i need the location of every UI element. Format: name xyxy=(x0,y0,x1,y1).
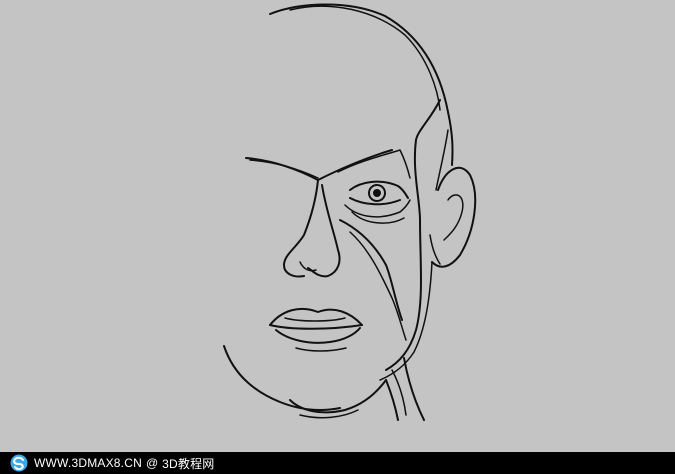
brow-right xyxy=(337,149,411,179)
jaw-side-2 xyxy=(379,261,433,381)
lower-lip xyxy=(275,327,361,344)
neck-left xyxy=(385,379,399,421)
nose-bridge xyxy=(283,179,319,278)
ear-outline xyxy=(431,166,477,268)
teeth-line xyxy=(284,317,346,322)
upper-lip xyxy=(269,307,363,326)
watermark-site: WWW.3DMAX8.CN xyxy=(34,456,142,470)
skull-outline xyxy=(269,3,454,166)
swirl-logo-icon xyxy=(10,454,28,472)
watermark-separator: @ xyxy=(145,456,159,470)
ear-inner xyxy=(443,194,464,241)
neck-right xyxy=(403,357,425,421)
skull-outline-inner xyxy=(289,5,441,111)
ear-inner-2 xyxy=(429,234,441,265)
viewport: WWW.3DMAX8.CN @ 3D教程网 xyxy=(0,0,675,474)
face-sketch xyxy=(223,3,477,421)
cheek-line xyxy=(339,219,403,321)
nostril xyxy=(299,261,317,272)
watermark-bar: WWW.3DMAX8.CN @ 3D教程网 xyxy=(0,452,675,474)
face-left-outline xyxy=(223,345,341,411)
nose-ridge xyxy=(307,184,341,278)
watermark-site-name: 3D教程网 xyxy=(162,456,215,471)
temple-line xyxy=(413,99,441,221)
brow-line xyxy=(245,149,393,181)
chin-crease xyxy=(295,347,347,352)
eye-pupil xyxy=(373,189,381,197)
neck-inner xyxy=(391,369,407,416)
mouth-line xyxy=(269,324,363,330)
cheek-line-2 xyxy=(349,231,407,341)
